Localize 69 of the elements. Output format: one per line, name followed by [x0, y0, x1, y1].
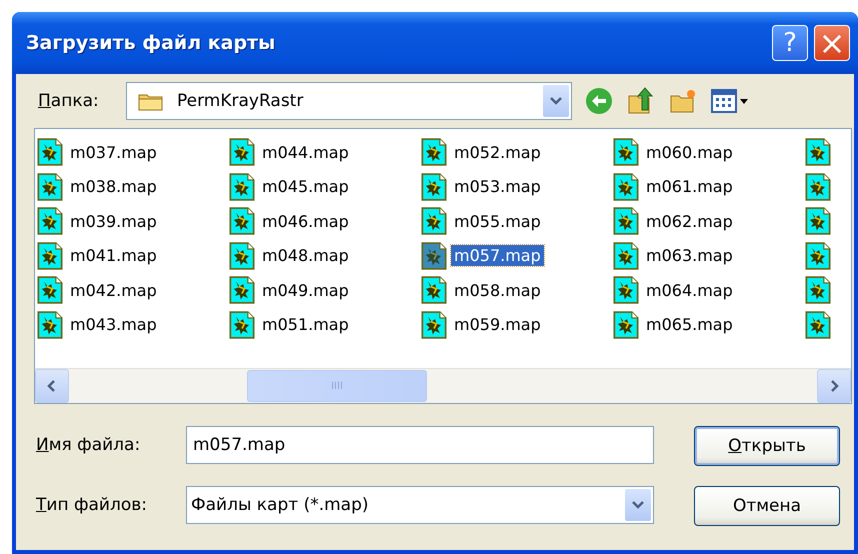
cancel-button[interactable]: Отмена: [694, 486, 840, 526]
file-item[interactable]: m041.map: [37, 238, 229, 273]
file-item[interactable]: m059.map: [421, 308, 613, 342]
file-name-field[interactable]: m057.map: [186, 426, 654, 464]
file-item[interactable]: m065.map: [613, 308, 805, 342]
map-file-icon: [613, 138, 639, 166]
folder-dropdown[interactable]: PermKrayRastr: [126, 82, 572, 120]
file-item[interactable]: m037.map: [37, 135, 229, 170]
file-item[interactable]: m049.map: [229, 273, 421, 308]
file-item[interactable]: m062.map: [613, 204, 805, 238]
close-button[interactable]: ×: [814, 25, 850, 61]
map-file-icon: [229, 138, 255, 166]
map-file-icon: [37, 310, 63, 339]
file-item[interactable]: m045.map: [229, 170, 421, 204]
map-file-icon: [805, 138, 831, 166]
map-file-icon: [37, 242, 63, 270]
map-file-icon: [805, 207, 831, 236]
file-item[interactable]: m051.map: [229, 308, 421, 342]
map-file-icon: [421, 276, 447, 304]
map-file-icon: [229, 172, 255, 201]
file-item[interactable]: m053.map: [421, 170, 613, 204]
map-file-icon: [613, 172, 639, 201]
file-type-label: Тип файлов:: [35, 495, 148, 515]
folder-label: Папка:: [37, 91, 100, 111]
scroll-left-button[interactable]: [35, 369, 69, 403]
file-item[interactable]: m057.map: [421, 238, 613, 273]
file-item[interactable]: m042.map: [37, 273, 229, 308]
up-folder-icon[interactable]: [626, 86, 656, 116]
open-button[interactable]: Открыть: [694, 426, 840, 466]
map-file-icon: [421, 310, 447, 339]
map-file-icon: [37, 172, 63, 201]
map-file-icon: [421, 242, 447, 270]
file-item[interactable]: m044.map: [229, 135, 421, 170]
map-file-icon: [37, 207, 63, 236]
map-file-icon: [229, 276, 255, 304]
map-file-icon: [805, 242, 831, 270]
file-item[interactable]: m064.map: [613, 273, 805, 308]
window-title: Загрузить файл карты: [26, 32, 276, 54]
file-item[interactable]: m046.map: [229, 204, 421, 238]
map-file-icon: [805, 172, 831, 201]
map-file-icon: [805, 310, 831, 339]
file-item[interactable]: m048.map: [229, 238, 421, 273]
file-item[interactable]: m055.map: [421, 204, 613, 238]
map-file-icon: [37, 276, 63, 304]
file-item[interactable]: m052.map: [421, 135, 613, 170]
map-file-icon: [613, 310, 639, 339]
map-file-icon: [805, 276, 831, 304]
back-icon[interactable]: [584, 86, 614, 116]
map-file-icon: [613, 242, 639, 270]
file-item[interactable]: m061.map: [613, 170, 805, 204]
map-file-icon: [421, 172, 447, 201]
file-item[interactable]: m038.map: [37, 170, 229, 204]
map-file-icon: [613, 207, 639, 236]
file-item[interactable]: m043.map: [37, 308, 229, 342]
map-file-icon: [613, 276, 639, 304]
scroll-right-button[interactable]: [817, 369, 851, 403]
view-menu-icon[interactable]: [710, 86, 750, 116]
map-file-icon: [229, 242, 255, 270]
file-type-dropdown[interactable]: Файлы карт (*.map): [186, 486, 654, 524]
map-file-icon: [229, 310, 255, 339]
file-item[interactable]: m039.map: [37, 204, 229, 238]
file-item[interactable]: m058.map: [421, 273, 613, 308]
file-item[interactable]: m063.map: [613, 238, 805, 273]
map-file-icon: [37, 138, 63, 166]
map-file-icon: [229, 207, 255, 236]
file-name-label: Имя файла:: [35, 435, 142, 455]
file-item[interactable]: m060.map: [613, 135, 805, 170]
map-file-icon: [421, 207, 447, 236]
map-file-icon: [421, 138, 447, 166]
